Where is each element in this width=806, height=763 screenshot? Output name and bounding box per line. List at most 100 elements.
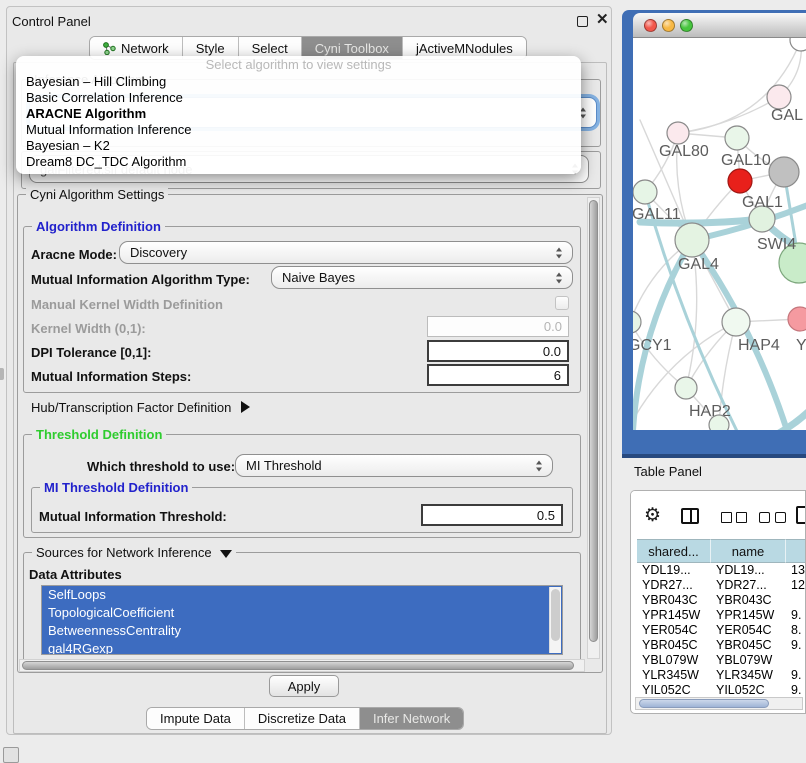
mi-threshold-field[interactable]: 0.5 [421, 504, 563, 526]
mi-type-combobox[interactable]: Naive Bayes [271, 266, 573, 289]
table-cell[interactable]: 9. [786, 668, 806, 683]
table-cell[interactable]: YPR145W [711, 608, 786, 623]
manual-kernel-checkbox[interactable] [555, 296, 569, 310]
network-canvas[interactable]: GALGAL80GAL10GAL11GAL1SWI4GAL4GCY1HAP4YH… [633, 38, 806, 430]
corner-button[interactable] [3, 747, 19, 763]
algorithm-option-bayesian-k2[interactable]: Bayesian – K2 [16, 138, 581, 154]
table-row[interactable]: YDR27...YDR27...12 [637, 578, 806, 593]
which-threshold-combobox[interactable]: MI Threshold [235, 454, 553, 477]
apply-button[interactable]: Apply [269, 675, 339, 697]
close-traffic-light-icon[interactable] [644, 19, 657, 32]
table-horizontal-scrollbar[interactable] [635, 697, 803, 710]
table-row[interactable]: YER054CYER054C8. [637, 623, 806, 638]
split-columns-icon[interactable] [681, 508, 699, 524]
settings-vertical-scrollbar[interactable] [587, 197, 600, 659]
settings-vertical-scrollbar-thumb[interactable] [589, 200, 598, 642]
algorithm-option-aracne-algorithm[interactable]: ARACNE Algorithm [16, 106, 581, 122]
network-node-gal11[interactable] [633, 180, 657, 204]
table-cell[interactable]: YDL19... [711, 563, 786, 578]
data-attributes-list[interactable]: SelfLoopsTopologicalCoefficientBetweenne… [41, 585, 563, 655]
table-row[interactable]: YBL079WYBL079W [637, 653, 806, 668]
network-window-titlebar[interactable] [633, 13, 806, 38]
table-cell[interactable]: YBR043C [711, 593, 786, 608]
table-cell[interactable]: 9. [786, 683, 806, 698]
table-row[interactable]: YBR045CYBR045C9. [637, 638, 806, 653]
hub-definition-toggle[interactable]: Hub/Transcription Factor Definition [31, 400, 250, 415]
table-cell[interactable] [786, 653, 806, 668]
list-scrollbar[interactable] [549, 587, 561, 653]
list-scrollbar-thumb[interactable] [551, 589, 560, 641]
algorithm-option-bayesian-hill-climbing[interactable]: Bayesian – Hill Climbing [16, 74, 581, 90]
network-node-gal[interactable] [767, 85, 791, 109]
table-row[interactable]: YIL052CYIL052C9. [637, 683, 806, 698]
table-row[interactable]: YBR043CYBR043C [637, 593, 806, 608]
kernel-width-field[interactable]: 0.0 [427, 316, 569, 337]
table-cell[interactable]: 8. [786, 623, 806, 638]
settings-horizontal-scrollbar-thumb[interactable] [22, 661, 574, 670]
network-node[interactable] [728, 169, 752, 193]
table-cell[interactable]: YBL079W [711, 653, 786, 668]
network-node-y[interactable] [788, 307, 806, 331]
table-cell[interactable]: 9. [786, 608, 806, 623]
data-attribute-item-selfloops[interactable]: SelfLoops [42, 586, 562, 604]
table-row[interactable]: YLR345WYLR345W9. [637, 668, 806, 683]
table-cell[interactable]: YER054C [637, 623, 711, 638]
table-cell[interactable]: YIL052C [637, 683, 711, 698]
float-window-icon[interactable] [577, 16, 588, 27]
export-table-icon[interactable] [796, 506, 806, 524]
sources-legend[interactable]: Sources for Network Inference [32, 545, 236, 560]
table-cell[interactable]: YER054C [711, 623, 786, 638]
table-cell[interactable]: 9. [786, 638, 806, 653]
algorithm-option-basic-correlation-inference[interactable]: Basic Correlation Inference [16, 90, 581, 106]
table-cell[interactable]: 13 [786, 563, 806, 578]
tab-infer-network[interactable]: Infer Network [359, 708, 463, 729]
network-node-gal80[interactable] [667, 122, 689, 144]
network-node-hap2[interactable] [675, 377, 697, 399]
table-column-header-a[interactable]: A [786, 539, 806, 563]
table-column-header-shared[interactable]: shared... [637, 539, 711, 563]
data-attribute-item-betweennesscentrality[interactable]: BetweennessCentrality [42, 622, 562, 640]
network-node-gal10[interactable] [725, 126, 749, 150]
tab-discretize-data[interactable]: Discretize Data [244, 708, 359, 729]
table-cell[interactable]: YLR345W [711, 668, 786, 683]
table-cell[interactable] [786, 593, 806, 608]
network-node[interactable] [769, 157, 799, 187]
expanded-arrow-icon[interactable] [220, 550, 232, 558]
table-cell[interactable]: YDR27... [637, 578, 711, 593]
table-cell[interactable]: YBR045C [711, 638, 786, 653]
settings-horizontal-scrollbar[interactable] [19, 659, 585, 672]
table-cell[interactable]: YLR345W [637, 668, 711, 683]
network-node-gcy1[interactable] [633, 311, 641, 333]
algorithm-option-mutual-information-inference[interactable]: Mutual Information Inference [16, 122, 581, 138]
collapsed-arrow-icon[interactable] [241, 401, 250, 413]
network-node-hap4[interactable] [722, 308, 750, 336]
dpi-tolerance-field[interactable]: 0.0 [427, 340, 569, 362]
table-cell[interactable]: YDL19... [637, 563, 711, 578]
select-all-icon[interactable] [736, 512, 747, 523]
table-cell[interactable]: YPR145W [637, 608, 711, 623]
gear-icon[interactable]: ⚙ [644, 506, 661, 525]
mi-steps-field[interactable]: 6 [427, 364, 569, 386]
algorithm-option-dream8-dc-tdc-algorithm[interactable]: Dream8 DC_TDC Algorithm [16, 154, 581, 170]
deselect-all-icon[interactable] [775, 512, 786, 523]
table-row[interactable]: YPR145WYPR145W9. [637, 608, 806, 623]
select-all-icon[interactable] [721, 512, 732, 523]
network-node-gal4[interactable] [675, 223, 709, 257]
data-attribute-item-gal4rgexp[interactable]: gal4RGexp [42, 640, 562, 655]
panel-splitter-handle[interactable] [0, 368, 4, 380]
deselect-all-icon[interactable] [759, 512, 770, 523]
table-row[interactable]: YDL19...YDL19...13 [637, 563, 806, 578]
table-cell[interactable]: YIL052C [711, 683, 786, 698]
table-cell[interactable]: YDR27... [711, 578, 786, 593]
table-cell[interactable]: 12 [786, 578, 806, 593]
zoom-traffic-light-icon[interactable] [680, 19, 693, 32]
table-cell[interactable]: YBR045C [637, 638, 711, 653]
tab-impute-data[interactable]: Impute Data [147, 708, 244, 729]
table-horizontal-scrollbar-thumb[interactable] [639, 699, 769, 708]
data-attribute-item-topologicalcoefficient[interactable]: TopologicalCoefficient [42, 604, 562, 622]
aracne-mode-combobox[interactable]: Discovery [119, 241, 573, 264]
close-icon[interactable]: ✕ [596, 11, 609, 29]
network-node[interactable] [790, 38, 806, 51]
network-node[interactable] [709, 415, 729, 430]
table-column-header-name[interactable]: name [711, 539, 786, 563]
